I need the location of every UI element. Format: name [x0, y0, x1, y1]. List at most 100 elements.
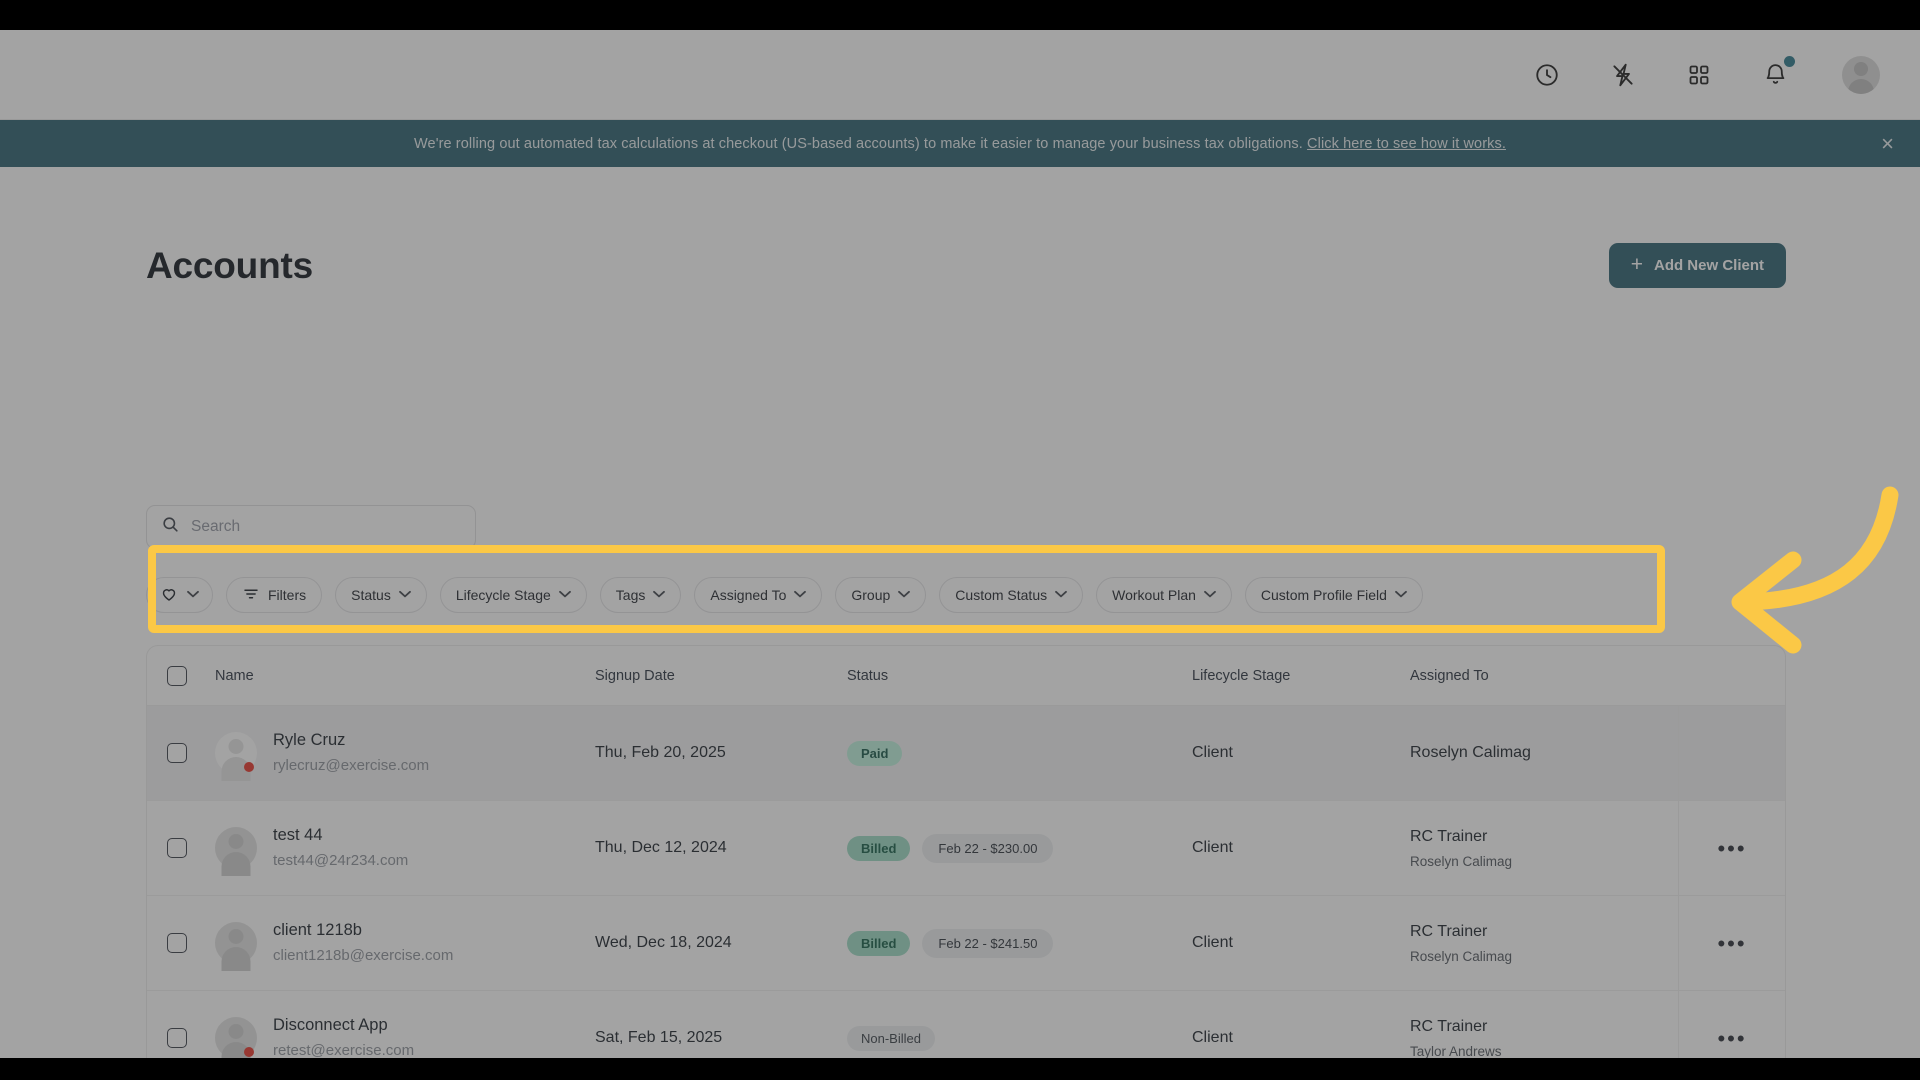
- table-row[interactable]: Disconnect App retest@exercise.com Sat, Fe…: [147, 991, 1785, 1058]
- chevron-down-icon: [653, 590, 666, 601]
- column-header-lifecycle-stage[interactable]: Lifecycle Stage: [1192, 668, 1410, 684]
- more-options-icon[interactable]: •••: [1717, 837, 1746, 859]
- favorites-filter[interactable]: [146, 577, 213, 613]
- search-box[interactable]: [146, 505, 476, 549]
- row-checkbox-cell: [167, 933, 215, 953]
- assigned-to-sub: Roselyn Calimag: [1410, 853, 1513, 869]
- client-email: client1218b@exercise.com: [273, 946, 454, 964]
- filters-button-label: Filters: [268, 587, 307, 603]
- row-checkbox[interactable]: [167, 743, 187, 763]
- avatar: [215, 1016, 257, 1058]
- row-checkbox[interactable]: [167, 1028, 187, 1048]
- row-checkbox-cell: [167, 1028, 215, 1048]
- lifecycle-stage: Client: [1192, 934, 1233, 951]
- banner-link[interactable]: Click here to see how it works.: [1307, 136, 1506, 152]
- workout-plan-filter[interactable]: Workout Plan: [1096, 577, 1232, 613]
- signup-date: Thu, Feb 20, 2025: [595, 744, 726, 761]
- accounts-table: Name Signup Date Status Lifecycle Stage …: [146, 645, 1786, 1058]
- chevron-down-icon: [898, 590, 911, 601]
- name-cell: Disconnect App retest@exercise.com: [215, 1014, 595, 1058]
- filters-button[interactable]: Filters: [226, 577, 323, 613]
- top-navigation-bar: [0, 30, 1920, 120]
- lifecycle-stage: Client: [1192, 839, 1233, 856]
- client-email: rylecruz@exercise.com: [273, 756, 430, 774]
- row-checkbox-cell: [167, 838, 215, 858]
- client-email: test44@24r234.com: [273, 851, 409, 869]
- app-window: We're rolling out automated tax calculat…: [0, 30, 1920, 1058]
- filter-chip-row: Filters Status Lifecycle Stage Tags Assigned…: [146, 577, 1423, 613]
- custom-profile-field-filter[interactable]: Custom Profile Field: [1244, 577, 1423, 613]
- status-cell: Billed Feb 22 - $241.50: [847, 928, 1192, 958]
- status-badge: Billed: [847, 930, 911, 956]
- table-row[interactable]: client 1218b client1218b@exercise.com Wed,…: [147, 896, 1785, 991]
- announcement-banner: We're rolling out automated tax calculat…: [0, 120, 1920, 167]
- chevron-down-icon: [187, 590, 199, 601]
- add-new-client-label: Add New Client: [1653, 257, 1764, 274]
- lifecycle-stage-filter[interactable]: Lifecycle Stage: [439, 577, 587, 613]
- assigned-to-sub: Taylor Andrews: [1410, 1043, 1502, 1058]
- custom-status-filter[interactable]: Custom Status: [939, 577, 1084, 613]
- name-cell: client 1218b client1218b@exercise.com: [215, 919, 595, 971]
- billing-amount-badge: Feb 22 - $230.00: [922, 833, 1054, 863]
- page-title: Accounts: [146, 244, 313, 286]
- client-email: retest@exercise.com: [273, 1041, 415, 1058]
- row-actions-cell: •••: [1678, 991, 1785, 1058]
- status-cell: Paid: [847, 740, 1192, 766]
- row-checkbox[interactable]: [167, 838, 187, 858]
- column-header-signup-date[interactable]: Signup Date: [595, 668, 847, 684]
- main-content: Accounts + Add New Client FiltersStatusL…: [0, 167, 1920, 1058]
- search-input[interactable]: [191, 518, 461, 536]
- page-header: Accounts + Add New Client: [146, 243, 1786, 288]
- assigned-to-filter-label: Assigned To: [710, 587, 787, 603]
- lifecycle-stage-filter-label: Lifecycle Stage: [455, 587, 551, 603]
- status-filter[interactable]: Status: [335, 577, 427, 613]
- apps-grid-icon[interactable]: [1682, 58, 1716, 92]
- top-icon-group: [1530, 55, 1880, 94]
- avatar: [215, 921, 257, 971]
- table-body: Ryle Cruz rylecruz@exercise.com Thu, Feb 2…: [147, 706, 1785, 1058]
- chevron-down-icon: [398, 590, 411, 601]
- name-block: Disconnect App retest@exercise.com: [273, 1014, 414, 1058]
- column-header-assigned-to[interactable]: Assigned To: [1410, 668, 1678, 684]
- column-header-name[interactable]: Name: [215, 668, 595, 684]
- table-row[interactable]: Ryle Cruz rylecruz@exercise.com Thu, Feb 2…: [147, 706, 1785, 801]
- close-icon[interactable]: ×: [1881, 132, 1894, 155]
- column-header-status[interactable]: Status: [847, 668, 1192, 684]
- status-dot: [244, 761, 254, 772]
- table-header-row: Name Signup Date Status Lifecycle Stage …: [147, 646, 1785, 706]
- more-options-icon[interactable]: •••: [1717, 932, 1746, 954]
- lifecycle-stage: Client: [1192, 744, 1233, 761]
- assigned-to-name: Roselyn Calimag: [1410, 743, 1531, 761]
- billing-amount-badge: Feb 22 - $241.50: [922, 928, 1054, 958]
- lifecycle-stage: Client: [1192, 1029, 1233, 1046]
- heart-icon: [160, 585, 178, 606]
- group-filter[interactable]: Group: [835, 577, 927, 613]
- assigned-to-filter[interactable]: Assigned To: [694, 577, 823, 613]
- chevron-down-icon: [1055, 590, 1068, 601]
- group-filter-label: Group: [851, 587, 891, 603]
- table-row[interactable]: test 44 test44@24r234.com Thu, Dec 12, 202…: [147, 801, 1785, 896]
- notifications-bell-icon[interactable]: [1758, 55, 1795, 92]
- signup-date: Wed, Dec 18, 2024: [595, 934, 732, 951]
- avatar: [215, 826, 257, 876]
- row-actions-cell: [1678, 706, 1785, 800]
- name-block: test 44 test44@24r234.com: [273, 824, 408, 871]
- status-dot: [244, 1046, 254, 1057]
- add-new-client-button[interactable]: + Add New Client: [1608, 243, 1786, 288]
- avatar[interactable]: [1842, 55, 1880, 94]
- select-all-checkbox[interactable]: [167, 665, 187, 686]
- lightning-bolt-icon[interactable]: [1606, 58, 1640, 92]
- client-name: Ryle Cruz: [273, 731, 346, 750]
- status-cell: Non-Billed: [847, 1025, 1192, 1051]
- select-all-checkbox-cell: [167, 665, 215, 686]
- workout-plan-filter-label: Workout Plan: [1112, 587, 1196, 603]
- clock-history-icon[interactable]: [1530, 58, 1564, 92]
- assigned-to-cell: Roselyn Calimag: [1410, 743, 1678, 764]
- status-badge: Paid: [847, 740, 903, 766]
- search-icon: [161, 515, 180, 539]
- more-options-icon[interactable]: •••: [1717, 1027, 1746, 1049]
- chevron-down-icon: [794, 590, 807, 601]
- tags-filter[interactable]: Tags: [599, 577, 682, 613]
- filter-lines-icon: [242, 585, 260, 606]
- row-checkbox[interactable]: [167, 933, 187, 953]
